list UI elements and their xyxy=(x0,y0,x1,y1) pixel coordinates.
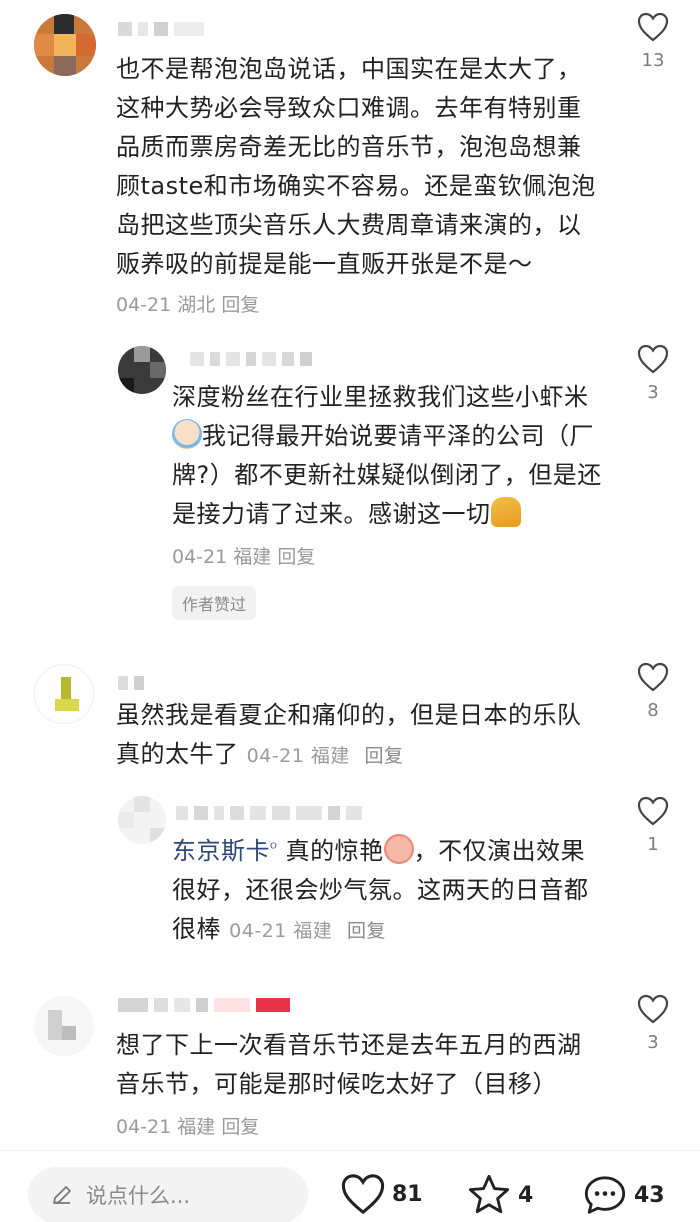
heart-icon xyxy=(637,796,669,826)
heart-icon xyxy=(637,12,669,42)
emoji-pray-icon xyxy=(490,497,521,527)
mention-link[interactable]: 东京斯卡ᴼ xyxy=(172,837,277,865)
avatar[interactable] xyxy=(34,14,96,76)
avatar[interactable] xyxy=(34,664,94,724)
favorite-total: 4 xyxy=(518,1182,534,1208)
like-count: 8 xyxy=(647,700,659,721)
comment-total: 43 xyxy=(634,1182,665,1208)
comment-content: 深度粉丝在行业里拯救我们这些小虾米 我记得最开始说要请平泽的公司（厂 牌?）都不… xyxy=(172,383,602,528)
heart-icon xyxy=(637,994,669,1024)
like-button[interactable]: 8 xyxy=(623,662,683,721)
comment-content: 想了下上一次看音乐节还是去年五月的西湖 音乐节，可能是那时候吃太好了（目移） xyxy=(116,1031,582,1098)
chat-bubble-icon xyxy=(584,1176,626,1214)
comment-date: 04-21 xyxy=(246,745,305,767)
username-blurred[interactable] xyxy=(118,998,290,1012)
comment-location: 福建 xyxy=(293,920,333,942)
like-button[interactable]: 3 xyxy=(623,344,683,403)
bottom-action-bar: 说点什么... 81 4 43 xyxy=(0,1150,700,1222)
input-placeholder: 说点什么... xyxy=(86,1184,191,1208)
emoji-sweat-icon xyxy=(383,834,414,864)
reply-button[interactable]: 回复 xyxy=(221,1116,259,1138)
comment-location: 福建 xyxy=(233,546,272,568)
like-count: 1 xyxy=(647,834,659,855)
comment-meta: 04-21 福建 回复 xyxy=(172,542,315,569)
comment-content: 虽然我是看夏企和痛仰的，但是日本的乐队 真的太牛了 04-21 福建 回复 xyxy=(116,701,582,768)
emoji-sweat-icon xyxy=(172,419,202,449)
username-blurred[interactable] xyxy=(118,22,204,36)
username-blurred[interactable] xyxy=(190,352,312,366)
like-count: 13 xyxy=(641,50,665,71)
comment-meta: 04-21 福建 回复 xyxy=(247,745,404,767)
favorite-action[interactable]: 4 xyxy=(466,1173,533,1217)
reply-button[interactable]: 回复 xyxy=(221,294,259,316)
pencil-icon xyxy=(53,1186,71,1204)
author-liked-badge: 作者赞过 xyxy=(172,586,257,620)
like-button[interactable]: 1 xyxy=(623,796,683,855)
heart-icon xyxy=(341,1174,385,1215)
like-total: 81 xyxy=(392,1181,423,1207)
comment-meta: 04-21 福建 回复 xyxy=(116,1112,259,1139)
avatar[interactable] xyxy=(34,996,94,1056)
username-blurred[interactable] xyxy=(176,806,362,820)
like-count: 3 xyxy=(647,382,659,403)
star-icon xyxy=(468,1174,510,1214)
username-blurred[interactable] xyxy=(118,676,144,690)
avatar[interactable] xyxy=(118,796,166,844)
avatar[interactable] xyxy=(118,346,166,394)
comment-action[interactable]: 43 xyxy=(582,1173,665,1217)
comment-meta: 04-21 湖北 回复 xyxy=(116,290,259,317)
reply-button[interactable]: 回复 xyxy=(364,745,403,767)
comment-date: 04-21 xyxy=(172,546,228,568)
like-button[interactable]: 3 xyxy=(623,994,683,1053)
like-action[interactable]: 81 xyxy=(340,1173,423,1215)
comment-meta: 04-21 福建 回复 xyxy=(229,920,386,942)
comment-input[interactable]: 说点什么... xyxy=(28,1167,308,1222)
comment-date: 04-21 xyxy=(229,920,287,942)
comment-date: 04-21 xyxy=(116,1116,172,1138)
comment-location: 福建 xyxy=(177,1116,216,1138)
like-button[interactable]: 13 xyxy=(623,12,683,71)
comment-location: 福建 xyxy=(310,745,350,767)
comment-date: 04-21 xyxy=(116,294,172,316)
heart-icon xyxy=(637,344,669,374)
reply-button[interactable]: 回复 xyxy=(277,546,315,568)
comment-location: 湖北 xyxy=(177,294,216,316)
heart-icon xyxy=(637,662,669,692)
reply-button[interactable]: 回复 xyxy=(347,920,386,942)
comment-content: 也不是帮泡泡岛说话，中国实在是太大了， 这种大势必会导致众口难调。去年有特别重 … xyxy=(116,55,596,278)
comment-content: 东京斯卡ᴼ 真的惊艳 ，不仅演出效果 很好，还很会炒气氛。这两天的日音都 很棒 0… xyxy=(172,830,612,951)
like-count: 3 xyxy=(647,1032,659,1053)
